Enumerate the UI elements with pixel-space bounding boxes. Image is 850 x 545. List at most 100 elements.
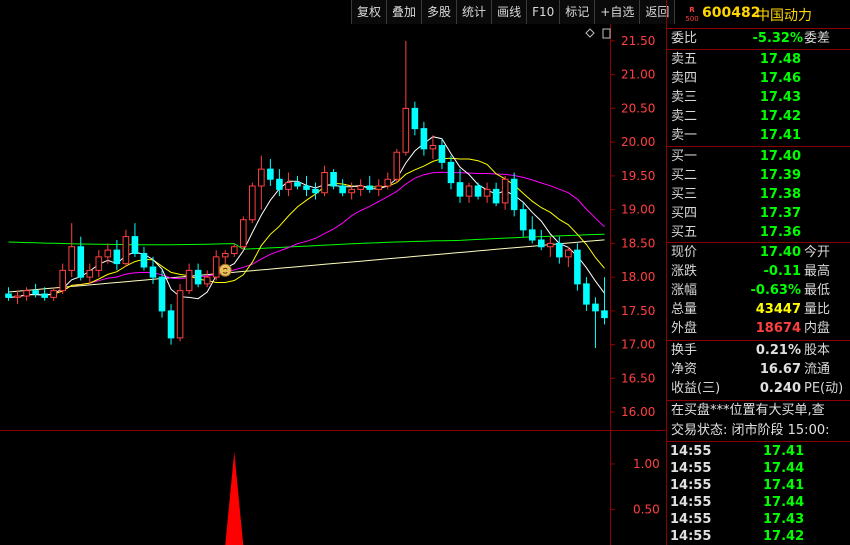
candle-body [366,185,374,190]
candle-body [249,185,256,221]
candle-body [411,107,419,130]
alert-message[interactable]: 在买盘***位置有大买单,查 [667,401,850,421]
ask-row-value: 17.43 [759,90,801,105]
ask-row: 卖一 17.41 [667,126,850,145]
stat-row-label2: 最低 [804,283,831,298]
tick-price: 17.44 [763,461,805,476]
stat-row-label2: 最高 [804,264,831,279]
toolbar-button-3[interactable]: 统计 [456,0,492,24]
candle-body [203,276,211,285]
candle-body [420,128,428,150]
toolbar-button-0[interactable]: 复权 [351,0,387,24]
fundamental-row-label: 净资 [671,362,698,377]
stat-row-label: 现价 [671,245,698,260]
toolbar-button-2[interactable]: 多股 [421,0,457,24]
y-tick-label: 20.00 [621,135,655,149]
panel-toggle-icon [602,28,611,39]
ask-row: 卖五 17.48 [667,50,850,69]
toolbar-button-7[interactable]: +自选 [594,0,640,24]
toolbar-button-5[interactable]: F10 [526,0,560,24]
candle-body [537,239,545,248]
money-bag-icon [218,263,232,277]
ask-row-label: 卖三 [671,90,698,105]
stat-row-label: 涨幅 [671,283,698,298]
candle-body [185,269,193,292]
tick-price: 17.43 [763,512,805,527]
market-badge-top: R [689,6,695,14]
weibi-row: 委比 -5.32% 委差 [667,29,850,48]
ask-row-value: 17.46 [759,71,801,86]
candle-body [429,145,437,150]
candle-body [456,182,464,197]
stat-row: 现价 17.40 今开 [667,243,850,262]
candle-body [23,290,30,297]
chart-toolbar: 复权 叠加 多股 统计 画线 F10 标记 +自选 返回 [351,0,676,24]
candle-body [393,151,401,180]
candle-body [41,293,48,298]
fundamental-row-label2: PE(动) [804,381,844,396]
market-badge-bottom: 500 [685,15,699,23]
fundamental-row-value: 16.67 [759,362,801,377]
ask-row: 卖四 17.46 [667,69,850,88]
y-tick-label: 17.50 [621,304,655,318]
bid-row: 买四 17.37 [667,204,850,223]
candle-body [77,246,85,278]
ask-row-value: 17.48 [759,52,801,67]
bid-row-label: 买二 [671,168,698,183]
kline-chart[interactable]: 21.50 21.00 20.50 20.00 19.50 19.00 18.50 18.00… [0,24,666,545]
kline-chart-svg[interactable]: 21.50 21.00 20.50 20.00 19.50 19.00 18.50 18.00… [0,24,666,545]
stat-row-value: -0.63% [750,283,802,298]
candle-body [528,229,536,241]
candle-body [230,246,238,254]
candle-body [131,236,139,254]
candle-body [384,178,392,187]
ma5-line [8,136,605,300]
candle-body [556,242,563,258]
tick-time: 14:55 [670,495,712,510]
tick-time: 14:55 [670,444,712,459]
toolbar-button-4[interactable]: 画线 [491,0,527,24]
y-tick-label: 19.00 [621,203,655,217]
y-tick-label: 19.50 [621,169,655,183]
ask-row-value: 17.41 [759,128,801,143]
candle-body [438,145,446,163]
candle-body [95,256,103,271]
quote-panel: R 500 600482 中国动力 委比 -5.32% 委差 卖五 17.48 卖四… [666,0,850,545]
candle-body [402,107,410,153]
tick-time: 14:55 [670,512,712,527]
toolbar-button-6[interactable]: 标记 [559,0,595,24]
stat-row-label2: 今开 [804,245,831,260]
bid-row-label: 买一 [671,149,698,164]
divider [667,441,850,442]
candle-body [510,178,518,211]
candle-body [258,168,265,187]
fundamental-row-label2: 股本 [804,343,831,358]
stock-header: R 500 600482 中国动力 [667,0,850,28]
bid-row: 买三 17.38 [667,185,850,204]
toolbar-button-1[interactable]: 叠加 [386,0,422,24]
tick-time: 14:55 [670,461,712,476]
stat-row-value: 17.40 [759,245,801,260]
stat-row: 涨幅 -0.63% 最低 [667,281,850,300]
bid-row-value: 17.37 [759,206,801,221]
candle-body [285,182,292,190]
stat-row-value: 18674 [755,321,801,336]
fundamental-row-value: 0.240 [759,381,801,396]
candle-body [221,253,229,258]
candle-body [50,290,57,298]
stat-row-label2: 量比 [804,302,831,317]
candle-body [194,269,202,285]
candle-body [565,249,572,258]
candle-body [158,276,166,312]
trade-status: 交易状态: 闭市阶段 15:00: [671,423,830,438]
ask-row-label: 卖五 [671,52,698,67]
candle-body [149,266,157,278]
y-tick-label: 21.00 [621,68,655,82]
candle-body [104,249,112,258]
candle-body [5,293,12,298]
stock-code: 600482 [702,5,761,21]
fundamental-row: 换手 0.21% 股本 [667,341,850,360]
weibi-label: 委比 [671,31,698,46]
candle-body [267,168,274,180]
candle-body [239,219,247,248]
